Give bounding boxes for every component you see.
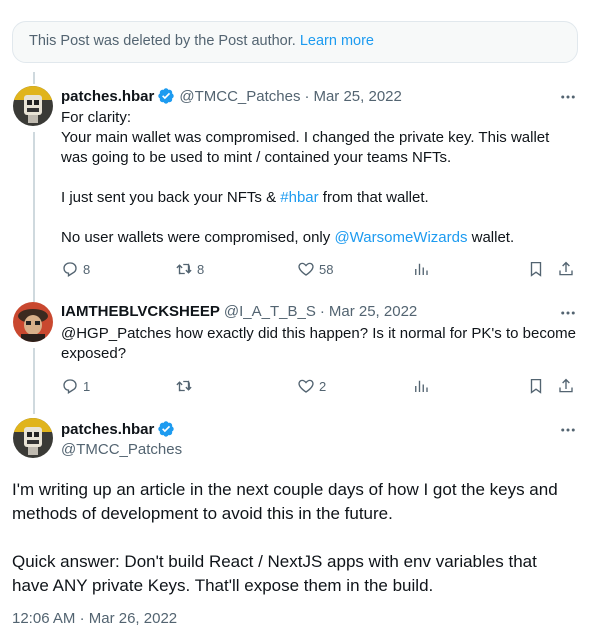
user-handle[interactable]: @I_A_T_B_S	[224, 303, 316, 320]
separator: ·	[79, 610, 85, 627]
thread-connector	[33, 132, 35, 302]
tweet-line: was going to be used to mint / contained…	[61, 149, 452, 166]
main-tweet-handle: @TMCC_Patches	[61, 441, 182, 458]
more-icon[interactable]	[559, 304, 577, 322]
post-date[interactable]: Mar 25, 2022	[313, 88, 401, 105]
tweet-line: @HGP_Patches how exactly did this happen…	[61, 325, 577, 342]
tweet-line: For clarity:	[61, 109, 132, 126]
repost-count: 8	[197, 261, 205, 277]
more-icon[interactable]	[559, 88, 577, 106]
share-button[interactable]	[557, 377, 575, 395]
like-icon	[298, 379, 314, 393]
repost-icon	[176, 263, 192, 275]
learn-more-link[interactable]: Learn more	[300, 33, 374, 49]
avatar[interactable]	[13, 302, 53, 342]
repost-button[interactable]: 8	[175, 260, 204, 278]
reply-icon	[63, 379, 77, 394]
tweet-line: Your main wallet was compromised. I chan…	[61, 129, 550, 146]
tweet-line: exposed?	[61, 345, 127, 362]
like-icon	[298, 262, 314, 276]
post-time: 12:06 AM	[12, 610, 76, 627]
mention-link[interactable]: @WarsomeWizards	[334, 229, 467, 246]
separator: ·	[304, 87, 310, 105]
tweet-header: patches.hbar @TMCC_Patches · Mar 25, 202…	[61, 87, 402, 105]
display-name[interactable]: patches.hbar	[61, 421, 154, 438]
like-count: 58	[319, 261, 334, 277]
reply-count: 8	[83, 261, 91, 277]
tweet-header: IAMTHEBLVCKSHEEP @I_A_T_B_S · Mar 25, 20…	[61, 303, 417, 320]
views-button[interactable]	[412, 377, 430, 395]
main-tweet-text: I'm writing up an article in the next co…	[12, 478, 582, 598]
thread-connector	[33, 348, 35, 414]
bookmark-icon	[530, 261, 542, 277]
main-tweet-name: patches.hbar	[61, 420, 179, 438]
like-button[interactable]: 58	[297, 260, 333, 278]
like-button[interactable]: 2	[297, 377, 326, 395]
views-icon	[415, 380, 428, 392]
tweet-line: I just sent you back your NFTs & #hbar f…	[61, 189, 429, 206]
views-button[interactable]	[412, 260, 430, 278]
tweet-line: have ANY private Keys. That'll expose th…	[12, 576, 434, 595]
repost-button[interactable]	[175, 377, 193, 395]
avatar[interactable]	[13, 418, 53, 458]
display-name[interactable]: IAMTHEBLVCKSHEEP	[61, 303, 220, 320]
bookmark-button[interactable]	[527, 260, 545, 278]
reply-icon	[63, 262, 77, 277]
like-count: 2	[319, 378, 327, 394]
deleted-post-notice: This Post was deleted by the Post author…	[12, 21, 578, 63]
tweet-text: For clarity: Your main wallet was compro…	[61, 108, 581, 248]
thread-connector	[33, 72, 35, 84]
tweet-actions: 1 2	[61, 377, 581, 397]
share-icon	[559, 261, 573, 276]
tweet-line: methods of development to avoid this in …	[12, 504, 393, 523]
separator: ·	[319, 303, 325, 320]
reply-count: 1	[83, 378, 91, 394]
display-name[interactable]: patches.hbar	[61, 88, 154, 105]
verified-badge-icon	[158, 421, 175, 437]
reply-button[interactable]: 1	[61, 377, 90, 395]
bookmark-icon	[530, 378, 542, 394]
views-icon	[415, 263, 428, 275]
bookmark-button[interactable]	[527, 377, 545, 395]
hashtag-link[interactable]: #hbar	[280, 189, 318, 206]
repost-icon	[176, 380, 192, 392]
tweet-line: No user wallets were compromised, only @…	[61, 229, 515, 246]
tweet-text: @HGP_Patches how exactly did this happen…	[61, 324, 586, 364]
avatar[interactable]	[13, 86, 53, 126]
tweet-actions: 8 8 58	[61, 260, 581, 280]
tweet-line: I'm writing up an article in the next co…	[12, 480, 558, 499]
reply-button[interactable]: 8	[61, 260, 90, 278]
tweet-line: Quick answer: Don't build React / NextJS…	[12, 552, 537, 571]
user-handle[interactable]: @TMCC_Patches	[61, 441, 182, 458]
verified-badge-icon	[158, 88, 175, 104]
more-icon[interactable]	[559, 421, 577, 439]
post-date: Mar 26, 2022	[88, 610, 178, 627]
user-handle[interactable]: @TMCC_Patches	[179, 88, 300, 105]
deleted-notice-text: This Post was deleted by the Post author…	[29, 33, 296, 49]
share-icon	[559, 378, 573, 393]
post-date[interactable]: Mar 25, 2022	[329, 303, 417, 320]
post-timestamp[interactable]: 12:06 AM · Mar 26, 2022	[12, 610, 177, 627]
share-button[interactable]	[557, 260, 575, 278]
